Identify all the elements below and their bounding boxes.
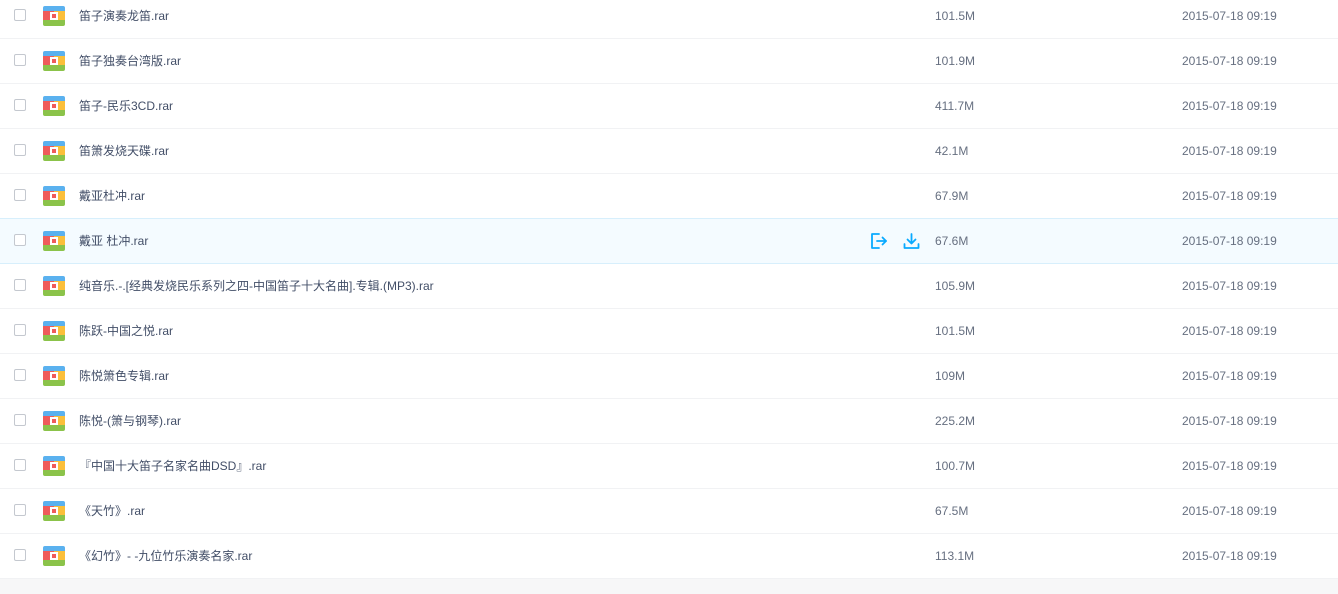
file-name[interactable]: 戴亚 杜冲.rar bbox=[79, 234, 148, 248]
rar-archive-icon bbox=[43, 546, 65, 566]
row-checkbox[interactable] bbox=[14, 234, 26, 246]
file-modified-date: 2015-07-18 09:19 bbox=[1182, 9, 1277, 23]
rar-archive-icon bbox=[43, 366, 65, 386]
file-modified-date: 2015-07-18 09:19 bbox=[1182, 504, 1277, 518]
file-row[interactable]: 戴亚 杜冲.rar 67.6M 2015-07-18 09:19 bbox=[0, 218, 1338, 264]
file-size: 100.7M bbox=[935, 459, 976, 473]
file-size: 101.5M bbox=[935, 9, 976, 23]
file-size: 42.1M bbox=[935, 144, 969, 158]
rar-archive-icon bbox=[43, 276, 65, 296]
file-name[interactable]: 笛子独奏台湾版.rar bbox=[79, 54, 181, 68]
file-name[interactable]: 戴亚杜冲.rar bbox=[79, 189, 145, 203]
rar-archive-icon bbox=[43, 321, 65, 341]
file-size: 109M bbox=[935, 369, 966, 383]
file-row[interactable]: 陈悦-(箫与钢琴).rar 225.2M 2015-07-18 09:19 bbox=[0, 399, 1338, 444]
file-size: 67.6M bbox=[935, 234, 969, 248]
row-checkbox[interactable] bbox=[14, 144, 26, 156]
row-checkbox[interactable] bbox=[14, 54, 26, 66]
file-row[interactable]: 陈悦箫色专辑.rar 109M 2015-07-18 09:19 bbox=[0, 354, 1338, 399]
rar-archive-icon bbox=[43, 51, 65, 71]
file-modified-date: 2015-07-18 09:19 bbox=[1182, 234, 1277, 248]
file-row[interactable]: 笛子-民乐3CD.rar 411.7M 2015-07-18 09:19 bbox=[0, 84, 1338, 129]
rar-archive-icon bbox=[43, 411, 65, 431]
file-row[interactable]: 《天竹》.rar 67.5M 2015-07-18 09:19 bbox=[0, 489, 1338, 534]
row-checkbox[interactable] bbox=[14, 414, 26, 426]
rar-archive-icon bbox=[43, 96, 65, 116]
row-checkbox[interactable] bbox=[14, 369, 26, 381]
file-row[interactable]: 《幻竹》- -九位竹乐演奏名家.rar 113.1M 2015-07-18 09… bbox=[0, 534, 1338, 579]
file-modified-date: 2015-07-18 09:19 bbox=[1182, 459, 1277, 473]
row-checkbox[interactable] bbox=[14, 189, 26, 201]
file-name[interactable]: 陈悦-(箫与钢琴).rar bbox=[79, 414, 181, 428]
file-modified-date: 2015-07-18 09:19 bbox=[1182, 414, 1277, 428]
rar-archive-icon bbox=[43, 6, 65, 26]
file-name[interactable]: 笛子演奏龙笛.rar bbox=[79, 9, 169, 23]
file-list: 笛子演奏龙笛.rar 101.5M 2015-07-18 09:19 笛子独奏台… bbox=[0, 0, 1338, 579]
file-name[interactable]: 《幻竹》- -九位竹乐演奏名家.rar bbox=[79, 549, 252, 563]
file-size: 67.5M bbox=[935, 504, 969, 518]
file-row[interactable]: 纯音乐.-.[经典发烧民乐系列之四-中国笛子十大名曲].专辑.(MP3).rar… bbox=[0, 264, 1338, 309]
file-modified-date: 2015-07-18 09:19 bbox=[1182, 189, 1277, 203]
file-name[interactable]: 《天竹》.rar bbox=[79, 504, 145, 518]
file-row[interactable]: 笛箫发烧天碟.rar 42.1M 2015-07-18 09:19 bbox=[0, 129, 1338, 174]
row-checkbox[interactable] bbox=[14, 549, 26, 561]
file-size: 105.9M bbox=[935, 279, 976, 293]
file-modified-date: 2015-07-18 09:19 bbox=[1182, 144, 1277, 158]
file-row[interactable]: 陈跃-中国之悦.rar 101.5M 2015-07-18 09:19 bbox=[0, 309, 1338, 354]
rar-archive-icon bbox=[43, 141, 65, 161]
row-checkbox[interactable] bbox=[14, 504, 26, 516]
row-checkbox[interactable] bbox=[14, 99, 26, 111]
row-checkbox[interactable] bbox=[14, 324, 26, 336]
file-name[interactable]: 『中国十大笛子名家名曲DSD』.rar bbox=[79, 459, 266, 473]
rar-archive-icon bbox=[43, 231, 65, 251]
rar-archive-icon bbox=[43, 501, 65, 521]
file-size: 411.7M bbox=[935, 99, 975, 113]
file-row[interactable]: 笛子独奏台湾版.rar 101.9M 2015-07-18 09:19 bbox=[0, 39, 1338, 84]
file-size: 101.5M bbox=[935, 324, 976, 338]
row-checkbox[interactable] bbox=[14, 459, 26, 471]
file-row[interactable]: 『中国十大笛子名家名曲DSD』.rar 100.7M 2015-07-18 09… bbox=[0, 444, 1338, 489]
row-checkbox[interactable] bbox=[14, 279, 26, 291]
download-icon[interactable] bbox=[902, 232, 921, 250]
file-name[interactable]: 纯音乐.-.[经典发烧民乐系列之四-中国笛子十大名曲].专辑.(MP3).rar bbox=[79, 279, 434, 293]
file-size: 101.9M bbox=[935, 54, 976, 68]
rar-archive-icon bbox=[43, 456, 65, 476]
file-modified-date: 2015-07-18 09:19 bbox=[1182, 324, 1277, 338]
file-size: 225.2M bbox=[935, 414, 976, 428]
file-name[interactable]: 陈跃-中国之悦.rar bbox=[79, 324, 173, 338]
file-modified-date: 2015-07-18 09:19 bbox=[1182, 549, 1277, 563]
file-name[interactable]: 笛箫发烧天碟.rar bbox=[79, 144, 169, 158]
file-row[interactable]: 戴亚杜冲.rar 67.9M 2015-07-18 09:19 bbox=[0, 174, 1338, 219]
file-name[interactable]: 陈悦箫色专辑.rar bbox=[79, 369, 169, 383]
row-checkbox[interactable] bbox=[14, 9, 26, 21]
share-export-icon[interactable] bbox=[869, 232, 888, 250]
file-modified-date: 2015-07-18 09:19 bbox=[1182, 369, 1277, 383]
file-row[interactable]: 笛子演奏龙笛.rar 101.5M 2015-07-18 09:19 bbox=[0, 0, 1338, 39]
file-name[interactable]: 笛子-民乐3CD.rar bbox=[79, 99, 173, 113]
file-modified-date: 2015-07-18 09:19 bbox=[1182, 99, 1277, 113]
file-size: 67.9M bbox=[935, 189, 969, 203]
file-modified-date: 2015-07-18 09:19 bbox=[1182, 54, 1277, 68]
rar-archive-icon bbox=[43, 186, 65, 206]
file-size: 113.1M bbox=[935, 549, 975, 563]
file-modified-date: 2015-07-18 09:19 bbox=[1182, 279, 1277, 293]
